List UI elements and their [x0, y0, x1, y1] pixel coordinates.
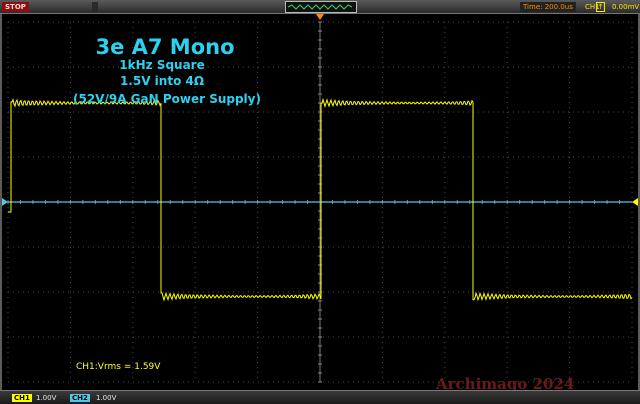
- top-status-bar: STOP Time: 200.0us CH1 ↑ 0.00mV: [0, 0, 640, 14]
- rising-edge-icon[interactable]: ↑: [596, 2, 605, 12]
- ch2-level-marker: [2, 198, 8, 206]
- trigger-level-marker: [632, 198, 638, 206]
- waveform-overview-strip[interactable]: [285, 1, 357, 13]
- display-line-1: 1kHz Square: [119, 58, 205, 72]
- ch2-label[interactable]: CH2: [70, 394, 90, 402]
- run-status-indicator[interactable]: STOP: [2, 2, 29, 12]
- trigger-position-marker: [316, 14, 324, 20]
- ch1-scale[interactable]: 1.00V: [36, 394, 56, 402]
- trigger-mode-indicator[interactable]: [92, 2, 98, 12]
- overview-waveform-icon: [287, 4, 353, 10]
- ch2-scale[interactable]: 1.00V: [96, 394, 116, 402]
- scope-display: 3e A7 Mono 1kHz Square 1.5V into 4Ω (52V…: [0, 14, 640, 393]
- timebase-readout[interactable]: Time: 200.0us: [520, 2, 576, 12]
- vrms-measurement: CH1:Vrms = 1.59V: [76, 362, 161, 372]
- display-title: 3e A7 Mono: [95, 35, 235, 59]
- trigger-level-readout[interactable]: 0.00mV: [612, 2, 639, 12]
- bottom-channel-bar: CH1 1.00V CH2 1.00V: [0, 390, 640, 404]
- display-line-3: (52V/9A GaN Power Supply): [73, 92, 261, 106]
- ch1-label[interactable]: CH1: [12, 394, 32, 402]
- display-line-2: 1.5V into 4Ω: [119, 74, 205, 88]
